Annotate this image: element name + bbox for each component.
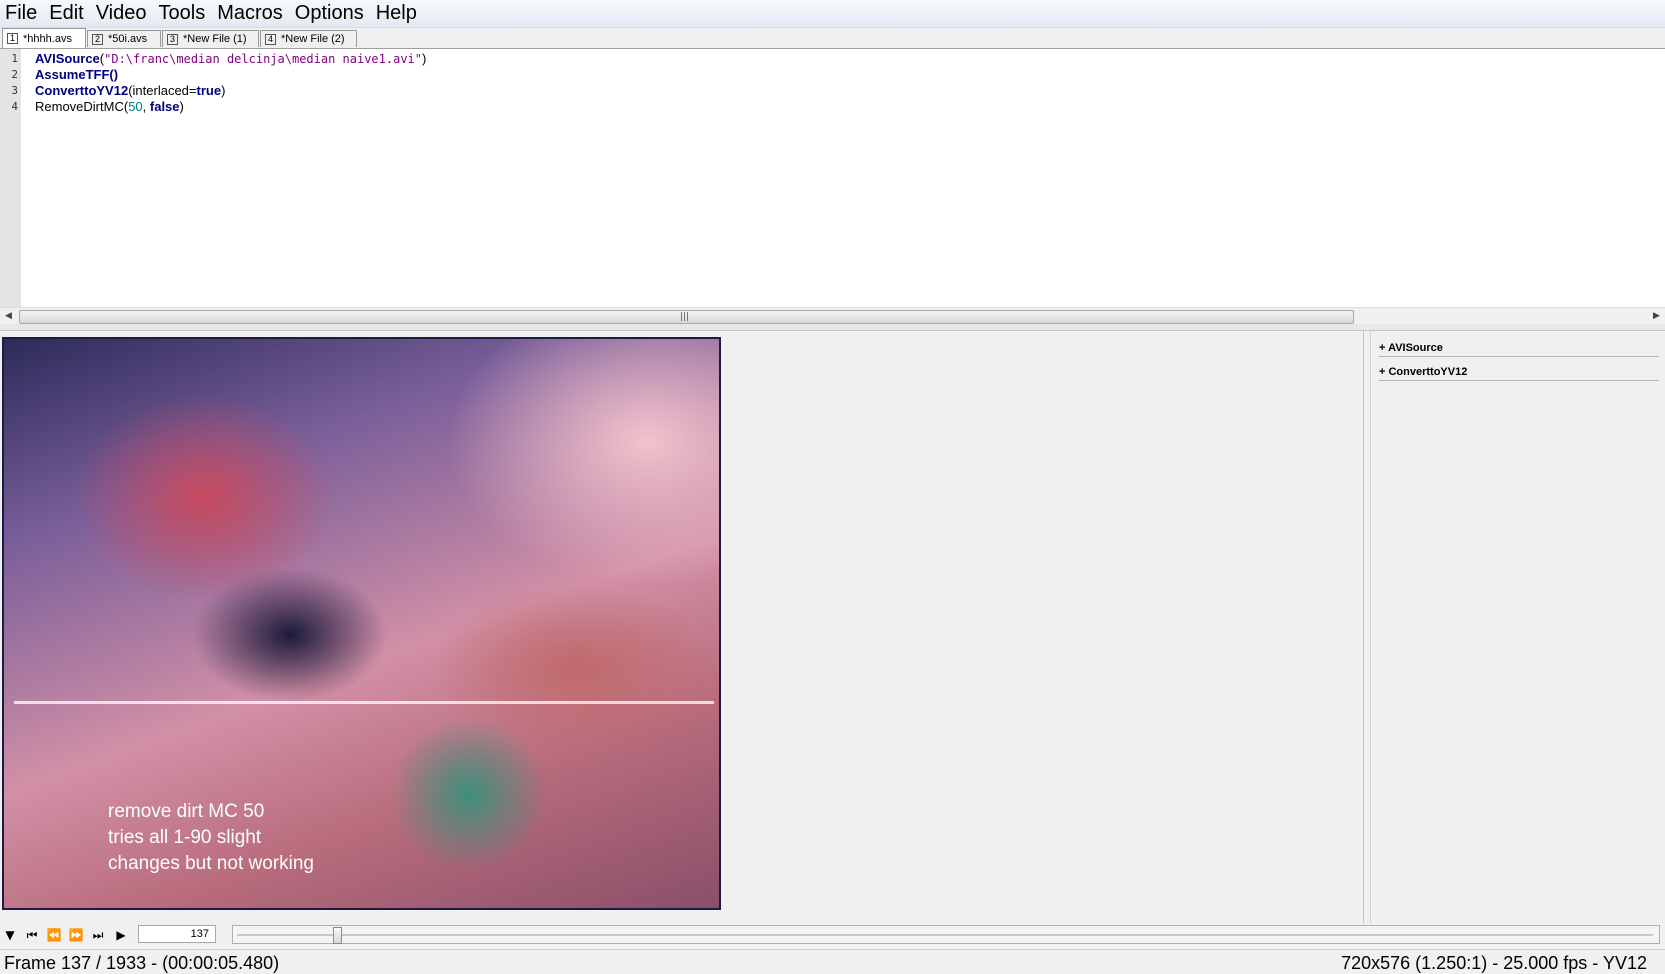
bool-literal: false bbox=[149, 99, 180, 114]
string-literal: "D:\franc\median delcinja\median naive1.… bbox=[104, 52, 423, 66]
tab-number: 2 bbox=[92, 33, 104, 45]
tab-number: 3 bbox=[167, 33, 179, 45]
tab-hhhh[interactable]: 1 *hhhh.avs bbox=[2, 28, 86, 48]
line-number: 2 bbox=[11, 68, 18, 81]
scrollbar-thumb[interactable]: ||| bbox=[19, 310, 1354, 324]
tab-new-file-1[interactable]: 3 *New File (1) bbox=[162, 30, 259, 47]
caption-line: remove dirt MC 50 bbox=[108, 801, 265, 822]
code-text: ConverttoYV12(interlaced=true) bbox=[35, 83, 225, 99]
code-punct: ) bbox=[179, 99, 184, 114]
code-text: RemoveDirtMC(50, false) bbox=[35, 99, 184, 115]
pane-splitter[interactable] bbox=[0, 324, 1665, 331]
line-number: 1 bbox=[11, 52, 18, 65]
skip-end-icon[interactable]: ⏭ bbox=[88, 926, 108, 944]
function-name: RemoveDirtMC bbox=[35, 99, 124, 114]
skip-start-icon[interactable]: ⏮ bbox=[22, 926, 42, 944]
code-line[interactable]: 4 RemoveDirtMC(50, false) bbox=[0, 99, 1600, 115]
step-back-icon[interactable]: ⏪ bbox=[44, 926, 64, 944]
tab-label: *50i.avs bbox=[108, 33, 148, 45]
frame-number-input[interactable]: 137 bbox=[138, 925, 216, 943]
tab-number: 4 bbox=[265, 33, 277, 45]
caption-line: changes but not working bbox=[108, 853, 314, 874]
tab-number: 1 bbox=[7, 33, 19, 44]
menu-help[interactable]: Help bbox=[371, 0, 424, 27]
script-editor[interactable]: 1 AVISource("D:\franc\median delcinja\me… bbox=[0, 49, 1665, 307]
code-punct: ) bbox=[422, 51, 427, 66]
menu-tools[interactable]: Tools bbox=[154, 0, 213, 27]
video-caption: remove dirt MC 50 tries all 1-90 slight … bbox=[108, 799, 314, 877]
menu-edit[interactable]: Edit bbox=[44, 0, 90, 27]
code-line[interactable]: 1 AVISource("D:\franc\median delcinja\me… bbox=[0, 51, 1600, 67]
play-icon[interactable]: ▶ bbox=[111, 926, 131, 944]
scroll-right-icon[interactable]: ▶ bbox=[1648, 308, 1665, 325]
menu-video[interactable]: Video bbox=[91, 0, 154, 27]
slider-thumb[interactable] bbox=[333, 927, 342, 944]
scroll-left-icon[interactable]: ◀ bbox=[0, 308, 17, 325]
video-artifact-line bbox=[14, 701, 714, 704]
filter-item-avisource[interactable]: + AVISource bbox=[1379, 340, 1659, 357]
video-frame[interactable]: remove dirt MC 50 tries all 1-90 slight … bbox=[2, 337, 721, 910]
menu-options[interactable]: Options bbox=[290, 0, 371, 27]
menu-triangle-icon[interactable]: ▼ bbox=[0, 926, 20, 944]
frame-status: Frame 137 / 1933 - (00:00:05.480) bbox=[4, 953, 280, 973]
code-arg: (interlaced= bbox=[128, 83, 197, 98]
code-punct: () bbox=[109, 67, 119, 82]
menu-bar: File Edit Video Tools Macros Options Hel… bbox=[0, 0, 1665, 28]
step-forward-icon[interactable]: ⏩ bbox=[66, 926, 86, 944]
grip-icon: ||| bbox=[680, 312, 690, 322]
function-name: AssumeTFF bbox=[35, 67, 110, 82]
video-seek-slider[interactable] bbox=[232, 925, 1660, 944]
editor-horizontal-scrollbar[interactable]: ◀ ||| ▶ bbox=[0, 307, 1665, 325]
menu-macros[interactable]: Macros bbox=[212, 0, 290, 27]
tab-label: *New File (2) bbox=[281, 33, 345, 45]
tab-label: *hhhh.avs bbox=[23, 32, 72, 45]
code-punct: ) bbox=[221, 83, 226, 98]
code-punct: , bbox=[142, 99, 150, 114]
function-name: AVISource bbox=[35, 51, 100, 66]
status-bar: Frame 137 / 1933 - (00:00:05.480) 720x57… bbox=[0, 949, 1665, 973]
line-number: 4 bbox=[11, 100, 18, 113]
code-line[interactable]: 2 AssumeTFF() bbox=[0, 67, 1600, 83]
caption-line: tries all 1-90 slight bbox=[108, 827, 262, 848]
number-literal: 50 bbox=[128, 99, 143, 114]
code-text: AVISource("D:\franc\median delcinja\medi… bbox=[35, 51, 426, 67]
filter-panel: + AVISource + ConverttoYV12 bbox=[1363, 331, 1665, 923]
function-name: ConverttoYV12 bbox=[35, 83, 129, 98]
bool-literal: true bbox=[196, 83, 222, 98]
tab-bar: 1 *hhhh.avs 2 *50i.avs 3 *New File (1) 4… bbox=[0, 28, 1665, 49]
slider-track bbox=[237, 934, 1653, 936]
code-line[interactable]: 3 ConverttoYV12(interlaced=true) bbox=[0, 83, 1600, 99]
video-info-status: 720x576 (1.250:1) - 25.000 fps - YV12 bbox=[1341, 953, 1647, 973]
tab-new-file-2[interactable]: 4 *New File (2) bbox=[260, 30, 357, 47]
filter-item-converttoyv12[interactable]: + ConverttoYV12 bbox=[1379, 364, 1659, 381]
filter-list: + AVISource + ConverttoYV12 bbox=[1370, 331, 1665, 923]
tab-50i[interactable]: 2 *50i.avs bbox=[87, 30, 161, 47]
line-number: 3 bbox=[11, 84, 18, 97]
code-text: AssumeTFF() bbox=[35, 67, 118, 83]
menu-file[interactable]: File bbox=[0, 0, 44, 27]
playback-bar: ▼ ⏮ ⏪ ⏩ ⏭ ▶ 137 bbox=[0, 923, 1665, 947]
video-preview-area: remove dirt MC 50 tries all 1-90 slight … bbox=[0, 331, 1362, 923]
tab-label: *New File (1) bbox=[183, 33, 247, 45]
